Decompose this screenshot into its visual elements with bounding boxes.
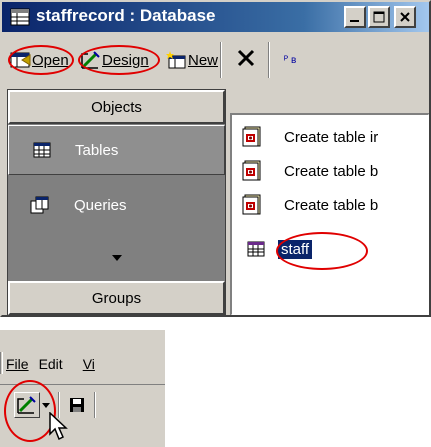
wizard-icon <box>242 194 261 215</box>
list-item[interactable]: Create table b <box>232 155 378 187</box>
menu-file-label: File <box>6 356 29 372</box>
menu-view[interactable]: Vi <box>83 356 95 372</box>
objects-label: Objects <box>91 98 142 116</box>
wizard-icon <box>242 160 261 181</box>
toolbar-separator <box>268 42 270 78</box>
view-icons-button[interactable]: ᴾ ʙ <box>284 48 296 72</box>
maximize-icon <box>373 11 385 23</box>
list-item[interactable]: Create table ir <box>232 121 378 153</box>
close-icon <box>400 12 410 22</box>
scroll-down-arrow-icon[interactable] <box>112 255 122 261</box>
menu-bar: File Edit Vi <box>6 350 105 378</box>
delete-button[interactable] <box>234 46 258 70</box>
list-item[interactable]: Create table b <box>232 189 378 221</box>
list-item-label: Create table b <box>284 196 379 214</box>
objects-item-tables[interactable]: Tables <box>8 125 225 175</box>
menubar-grip <box>0 352 3 374</box>
highlight-ellipse <box>276 232 368 270</box>
table-icon <box>247 241 265 257</box>
highlight-ellipse <box>8 45 74 75</box>
toolbar-separator <box>94 392 96 418</box>
delete-icon <box>237 49 255 67</box>
menu-view-label: Vi <box>82 356 95 372</box>
list-item-label: Create table b <box>284 162 379 180</box>
new-table-icon <box>166 51 186 69</box>
save-icon <box>70 398 84 412</box>
objects-bar: Objects Tables Queries Groups <box>7 89 226 315</box>
toolbar-separator <box>220 42 222 78</box>
objects-item-queries[interactable]: Queries <box>8 180 225 230</box>
minimize-icon <box>350 20 359 22</box>
menu-edit-label: Edit <box>38 356 63 372</box>
object-list: Create table ir Create table b Create ta… <box>230 113 429 315</box>
table-icon <box>33 142 51 158</box>
query-icon <box>30 196 49 214</box>
highlight-ellipse <box>78 45 160 75</box>
wizard-icon <box>242 126 261 147</box>
mouse-pointer-icon <box>49 412 68 441</box>
database-window: staffrecord : Database Open Design New ᴾ… <box>0 0 431 317</box>
view-icons-label: ᴾ ʙ <box>284 54 297 66</box>
new-label: New <box>188 51 219 69</box>
minimize-button[interactable] <box>344 6 366 28</box>
objects-group-button[interactable]: Objects <box>8 90 225 124</box>
menu-edit[interactable]: Edit <box>39 356 73 372</box>
groups-label: Groups <box>91 289 142 307</box>
access-window-fragment: File Edit Vi <box>0 330 165 447</box>
maximize-button[interactable] <box>368 6 390 28</box>
menu-file[interactable]: File <box>6 356 29 372</box>
database-icon <box>10 8 30 26</box>
groups-button[interactable]: Groups <box>8 281 225 315</box>
list-item-label: Create table ir <box>284 128 379 146</box>
window-title: staffrecord : Database <box>36 6 216 25</box>
close-button[interactable] <box>394 6 416 28</box>
new-button[interactable]: New <box>166 48 218 72</box>
title-bar[interactable]: staffrecord : Database <box>2 2 429 32</box>
queries-label: Queries <box>74 196 127 214</box>
tables-label: Tables <box>75 141 119 159</box>
database-toolbar: Open Design New ᴾ ʙ <box>2 32 429 86</box>
